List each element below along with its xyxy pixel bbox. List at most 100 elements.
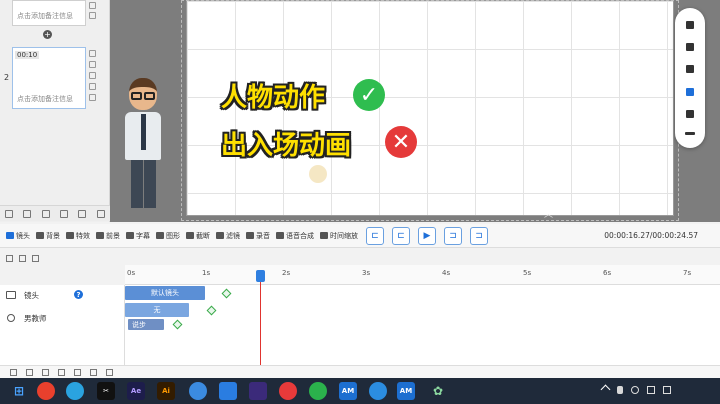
tool-tts[interactable]: 语音合成 bbox=[276, 231, 314, 241]
teacher-character[interactable] bbox=[119, 78, 167, 212]
ime-icon[interactable] bbox=[663, 386, 671, 394]
player-icon[interactable] bbox=[249, 382, 267, 400]
camera-icon[interactable] bbox=[686, 43, 694, 52]
move-down-icon[interactable] bbox=[42, 369, 49, 376]
screenshot-icon[interactable] bbox=[686, 21, 694, 30]
after-effects-icon[interactable]: Ae bbox=[127, 382, 145, 400]
tool-background[interactable]: 背景 bbox=[36, 231, 60, 241]
teacher-clip[interactable]: 无 bbox=[125, 303, 189, 317]
action-clip[interactable]: 说步 bbox=[128, 319, 164, 330]
move-down-icon[interactable] bbox=[78, 209, 87, 218]
star-icon[interactable] bbox=[41, 209, 50, 218]
tool-camera[interactable]: 镜头 bbox=[6, 231, 30, 241]
slide-option-icon[interactable] bbox=[89, 2, 96, 9]
phone-icon[interactable] bbox=[686, 109, 694, 118]
netease-music-icon[interactable] bbox=[279, 382, 297, 400]
add-slide-icon[interactable]: + bbox=[43, 30, 52, 39]
keyframe-icon[interactable] bbox=[206, 305, 217, 316]
camera-clip[interactable]: 默认镜头 bbox=[125, 286, 205, 300]
slide-note[interactable]: 点击添加备注信息 bbox=[17, 94, 73, 104]
illustrator-icon[interactable]: Ai bbox=[157, 382, 175, 400]
tool-foreground[interactable]: 前景 bbox=[96, 231, 120, 241]
tool-time-scale[interactable]: 时间缩放 bbox=[320, 231, 358, 241]
cursor-highlight bbox=[309, 165, 327, 183]
caption-line-2[interactable]: 出入场动画 bbox=[221, 125, 351, 162]
app-icon[interactable] bbox=[189, 382, 207, 400]
slide-option-icon[interactable] bbox=[89, 12, 96, 19]
chrome-icon[interactable] bbox=[37, 382, 55, 400]
x-circle-icon: ✕ bbox=[385, 126, 417, 158]
remove-icon[interactable] bbox=[96, 209, 105, 218]
lock-icon[interactable] bbox=[686, 65, 694, 74]
slide-option-icon[interactable] bbox=[89, 50, 96, 57]
tool-shape[interactable]: 图形 bbox=[156, 231, 180, 241]
slide-thumbnail-1[interactable]: 点击添加备注信息 bbox=[12, 0, 86, 26]
monitor-icon[interactable] bbox=[686, 87, 694, 96]
character-leg bbox=[144, 160, 156, 208]
microphone-icon[interactable] bbox=[617, 386, 623, 394]
add-icon[interactable] bbox=[6, 254, 13, 262]
timeline-bottom-tools bbox=[0, 365, 720, 378]
feishu-icon[interactable] bbox=[219, 382, 237, 400]
sound-icon[interactable] bbox=[647, 386, 655, 394]
tick-label: 7s bbox=[683, 269, 692, 277]
next-frame-button[interactable]: ⊐ bbox=[444, 226, 462, 245]
track-header-camera[interactable]: 镜头 ? bbox=[0, 286, 125, 304]
edge-icon[interactable] bbox=[66, 382, 84, 400]
prev-scene-button[interactable]: ⊏ bbox=[366, 226, 384, 245]
tick-label: 5s bbox=[523, 269, 532, 277]
slide-option-icon[interactable] bbox=[89, 83, 96, 90]
collapse-chevron-icon[interactable]: ︿ bbox=[544, 211, 558, 220]
next-scene-button[interactable]: ⊐ bbox=[470, 226, 488, 245]
lock-icon[interactable] bbox=[90, 369, 97, 376]
browser-icon[interactable] bbox=[369, 382, 387, 400]
shape-icon bbox=[156, 232, 164, 239]
slide-option-icon[interactable] bbox=[89, 61, 96, 68]
folder-open-icon[interactable] bbox=[26, 369, 33, 376]
canvas-area: 人物动作 ✓ 出入场动画 ✕ ︿ bbox=[110, 0, 720, 222]
filter-icon[interactable] bbox=[19, 254, 26, 262]
capcut-icon[interactable]: ✂ bbox=[97, 382, 115, 400]
tick-label: 1s bbox=[202, 269, 211, 277]
slide-option-icon[interactable] bbox=[89, 94, 96, 101]
tool-cut[interactable]: 截断 bbox=[186, 231, 210, 241]
slide-option-icon[interactable] bbox=[89, 72, 96, 79]
animaker-icon[interactable]: AM bbox=[339, 382, 357, 400]
wechat-icon[interactable] bbox=[309, 382, 327, 400]
timeline-ruler[interactable]: 0s 1s 2s 3s 4s 5s 6s 7s bbox=[125, 265, 720, 285]
time-display: 00:00:16.27/00:00:24.57 bbox=[604, 231, 698, 240]
playhead-handle[interactable] bbox=[256, 270, 265, 282]
tool-record[interactable]: 录音 bbox=[246, 231, 270, 241]
import-icon[interactable] bbox=[5, 209, 14, 218]
delete-icon[interactable] bbox=[74, 369, 81, 376]
tray-chevron-icon[interactable] bbox=[600, 384, 611, 395]
keyframe-icon[interactable] bbox=[221, 288, 232, 299]
caption-line-1[interactable]: 人物动作 bbox=[221, 77, 325, 114]
slide-panel-toolbar bbox=[0, 205, 110, 221]
folder-icon[interactable] bbox=[10, 369, 17, 376]
settings-icon[interactable]: ✿ bbox=[429, 382, 447, 400]
slide-panel: 点击添加备注信息 + 2 00:10 点击添加备注信息 bbox=[0, 0, 110, 222]
tool-subtitle[interactable]: 字幕 bbox=[126, 231, 150, 241]
more-icon[interactable] bbox=[685, 131, 695, 135]
slide-thumbnail-2[interactable]: 00:10 点击添加备注信息 bbox=[12, 47, 86, 109]
eye-icon[interactable] bbox=[106, 369, 113, 376]
tool-effects[interactable]: 特效 bbox=[66, 231, 90, 241]
animaker-active-icon[interactable]: AM bbox=[397, 382, 415, 400]
move-up-icon[interactable] bbox=[60, 209, 69, 218]
tool-filter[interactable]: 滤镜 bbox=[216, 231, 240, 241]
windows-start-icon[interactable]: ⊞ bbox=[10, 382, 28, 400]
align-icon[interactable] bbox=[32, 254, 39, 262]
track-header-teacher[interactable]: 男教师 bbox=[0, 309, 125, 327]
help-icon[interactable]: ? bbox=[74, 290, 83, 299]
playhead-line bbox=[260, 273, 261, 379]
slide-note[interactable]: 点击添加备注信息 bbox=[17, 11, 73, 21]
network-icon[interactable] bbox=[631, 386, 639, 394]
export-icon[interactable] bbox=[23, 209, 32, 218]
prev-frame-button[interactable]: ⊏ bbox=[392, 226, 410, 245]
play-button[interactable]: ▶ bbox=[418, 226, 436, 245]
keyframe-icon[interactable] bbox=[172, 319, 183, 330]
microphone-icon bbox=[246, 232, 254, 239]
move-up-icon[interactable] bbox=[58, 369, 65, 376]
stage[interactable]: 人物动作 ✓ 出入场动画 ✕ bbox=[181, 0, 679, 221]
